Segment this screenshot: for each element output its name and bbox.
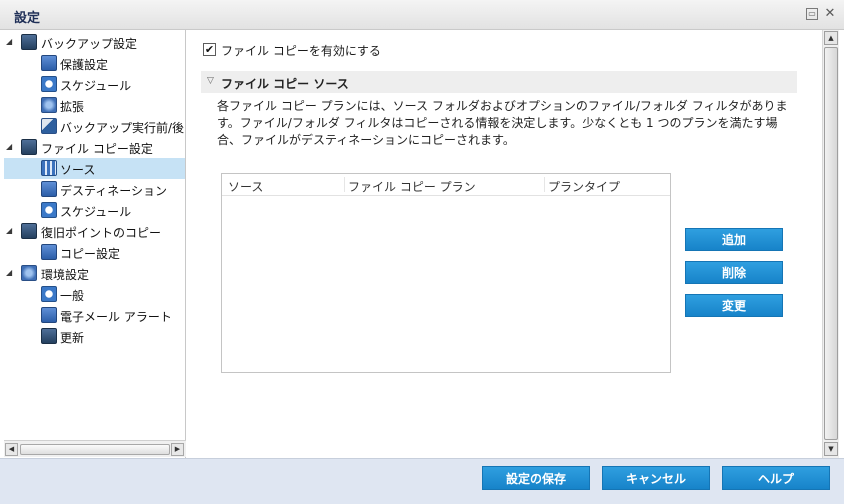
scroll-down-icon[interactable]: ▼ (824, 442, 838, 456)
protection-icon (41, 55, 57, 71)
scroll-thumb[interactable] (824, 47, 838, 440)
dialog-footer: 設定の保存 キャンセル ヘルプ (0, 458, 844, 504)
tree-item-label: 更新 (60, 331, 85, 345)
save-settings-button[interactable]: 設定の保存 (482, 466, 590, 490)
tree-item-pre-post-backup[interactable]: バックアップ実行前/後の (4, 116, 186, 137)
copy-settings-icon (41, 244, 57, 260)
column-separator (544, 177, 545, 192)
tree-item-protection-settings[interactable]: 保護設定 (4, 53, 185, 74)
tree-item-label: ファイル コピー設定 (41, 142, 153, 156)
cancel-button[interactable]: キャンセル (602, 466, 710, 490)
tree-item-label: 復旧ポイントのコピー (41, 226, 162, 240)
content-vertical-scrollbar[interactable]: ▲ ▼ (822, 30, 839, 458)
section-header-file-copy-source[interactable]: ▽ ファイル コピー ソース (201, 71, 797, 93)
advanced-gear-icon (41, 97, 57, 113)
column-header-source[interactable]: ソース (228, 178, 263, 195)
column-separator (344, 177, 345, 192)
tree-collapse-icon[interactable]: ◢ (6, 142, 15, 151)
backup-settings-icon (21, 34, 37, 50)
tree-item-advanced[interactable]: 拡張 (4, 95, 185, 116)
tree-item-label: ソース (60, 163, 96, 177)
settings-tree: ◢ バックアップ設定 保護設定 スケジュール 拡張 バックアップ実行前/後の ◢… (4, 30, 186, 458)
tree-collapse-icon[interactable]: ◢ (6, 37, 15, 46)
schedule-clock-icon (41, 76, 57, 92)
enable-file-copy-checkbox[interactable]: ✔ (203, 43, 216, 56)
tree-item-label: デスティネーション (60, 184, 168, 198)
title-bar: 設定 ▭ ✕ (0, 0, 844, 30)
tree-collapse-icon[interactable]: ◢ (6, 268, 15, 277)
preferences-gear-icon (21, 265, 37, 281)
main-content: ✔ ファイル コピーを有効にする ▽ ファイル コピー ソース 各ファイル コピ… (187, 30, 821, 458)
tree-item-label: バックアップ実行前/後の (60, 121, 186, 135)
delete-button[interactable]: 削除 (685, 261, 783, 284)
tree-item-backup-schedule[interactable]: スケジュール (4, 74, 185, 95)
column-header-plan-type[interactable]: プランタイプ (548, 178, 620, 195)
scroll-left-icon[interactable]: ◀ (5, 443, 18, 456)
schedule-clock-icon (41, 202, 57, 218)
add-button[interactable]: 追加 (685, 228, 783, 251)
tree-item-file-copy-schedule[interactable]: スケジュール (4, 200, 185, 221)
window-title: 設定 (14, 11, 41, 26)
close-window-icon[interactable]: ✕ (824, 7, 836, 20)
email-alert-icon (41, 307, 57, 323)
help-button[interactable]: ヘルプ (722, 466, 830, 490)
tree-item-label: スケジュール (60, 79, 132, 93)
pre-post-tool-icon (41, 118, 57, 134)
file-copy-settings-icon (21, 139, 37, 155)
tree-item-label: 拡張 (60, 100, 85, 114)
collapse-triangle-icon[interactable]: ▽ (207, 76, 214, 86)
enable-file-copy-label[interactable]: ファイル コピーを有効にする (221, 42, 381, 59)
tree-item-label: 環境設定 (41, 268, 90, 282)
tree-item-label: コピー設定 (60, 247, 121, 261)
tree-item-recovery-point-copy[interactable]: ◢ 復旧ポイントのコピー (4, 221, 185, 242)
general-globe-icon (41, 286, 57, 302)
tree-item-general[interactable]: 一般 (4, 284, 185, 305)
recovery-point-copy-icon (21, 223, 37, 239)
tree-item-label: 電子メール アラート (60, 310, 172, 324)
file-copy-plan-table[interactable]: ソース ファイル コピー プラン プランタイプ (221, 173, 671, 373)
tree-item-copy-settings[interactable]: コピー設定 (4, 242, 185, 263)
table-header: ソース ファイル コピー プラン プランタイプ (222, 174, 670, 196)
tree-item-file-copy-settings[interactable]: ◢ ファイル コピー設定 (4, 137, 185, 158)
tree-item-source[interactable]: ソース (4, 158, 185, 179)
update-arrows-icon (41, 328, 57, 344)
scroll-up-icon[interactable]: ▲ (824, 31, 838, 45)
tree-item-label: 保護設定 (60, 58, 109, 72)
tree-item-preferences[interactable]: ◢ 環境設定 (4, 263, 185, 284)
modify-button[interactable]: 変更 (685, 294, 783, 317)
tree-horizontal-scrollbar[interactable]: ◀ ▶ (4, 440, 186, 457)
tree-item-label: スケジュール (60, 205, 132, 219)
tree-collapse-icon[interactable]: ◢ (6, 226, 15, 235)
section-description: 各ファイル コピー プランには、ソース フォルダおよびオプションのファイル/フォ… (217, 99, 788, 147)
section-title: ファイル コピー ソース (221, 77, 349, 91)
scroll-thumb[interactable] (20, 444, 170, 455)
tree-item-destination[interactable]: デスティネーション (4, 179, 185, 200)
tree-item-backup-settings[interactable]: ◢ バックアップ設定 (4, 32, 185, 53)
tree-item-email-alert[interactable]: 電子メール アラート (4, 305, 185, 326)
tree-item-label: 一般 (60, 289, 85, 303)
restore-window-icon[interactable]: ▭ (806, 8, 818, 20)
tree-item-update[interactable]: 更新 (4, 326, 185, 347)
column-header-plan[interactable]: ファイル コピー プラン (348, 178, 476, 195)
tree-item-label: バックアップ設定 (41, 37, 138, 51)
scroll-right-icon[interactable]: ▶ (171, 443, 184, 456)
destination-icon (41, 181, 57, 197)
source-network-icon (41, 160, 57, 176)
